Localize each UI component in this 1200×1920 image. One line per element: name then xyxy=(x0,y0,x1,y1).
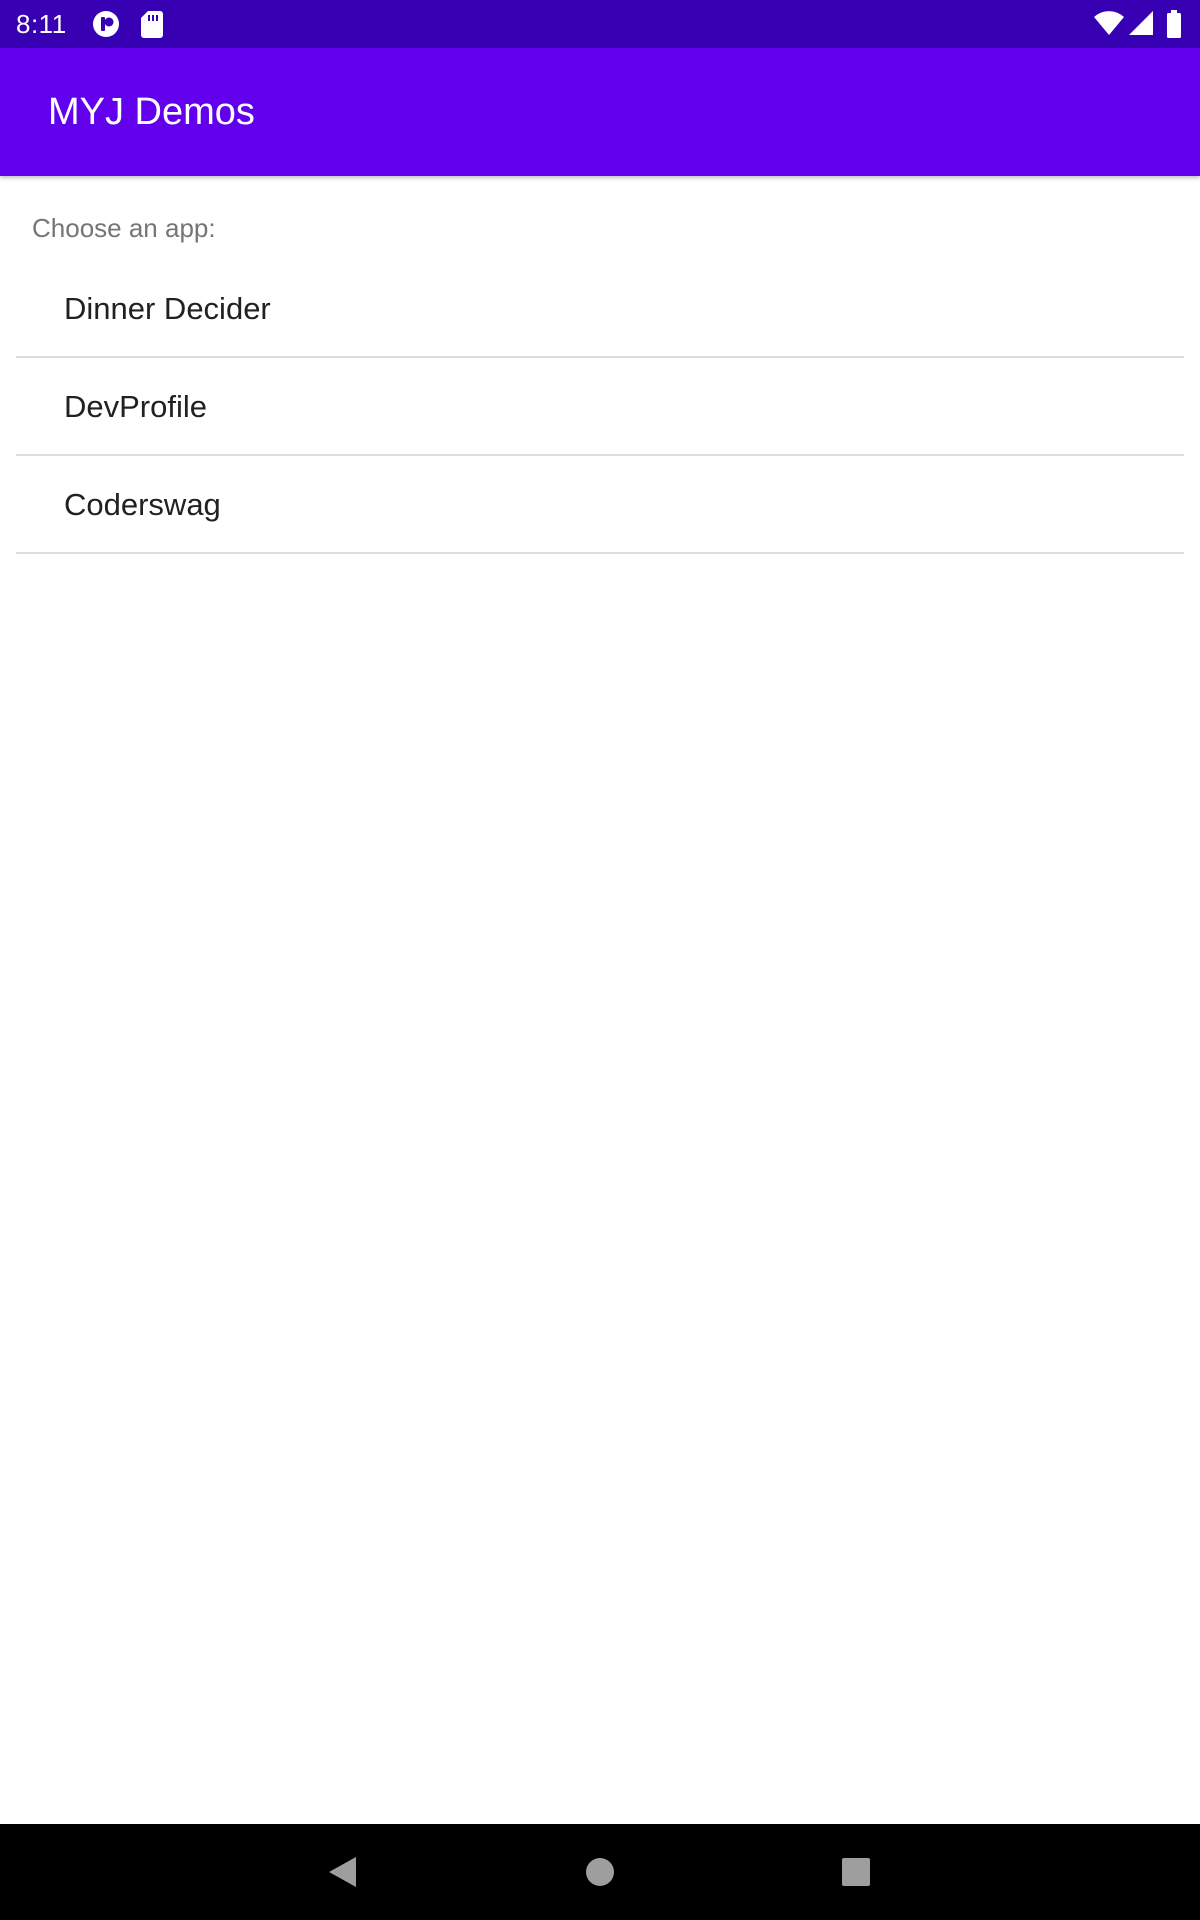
wifi-icon xyxy=(1094,11,1124,35)
list-item-devprofile[interactable]: DevProfile xyxy=(16,358,1184,456)
list-item-label: DevProfile xyxy=(64,389,207,424)
back-button[interactable] xyxy=(282,1824,402,1920)
app-title: MYJ Demos xyxy=(48,91,255,133)
back-icon xyxy=(329,1857,356,1887)
app-list: Dinner Decider DevProfile Coderswag xyxy=(16,260,1184,554)
home-icon xyxy=(586,1858,614,1886)
recents-icon xyxy=(842,1858,870,1886)
list-item-label: Dinner Decider xyxy=(64,291,271,326)
list-header: Choose an app: xyxy=(32,213,216,243)
recents-button[interactable] xyxy=(796,1824,916,1920)
home-button[interactable] xyxy=(540,1824,660,1920)
list-item-label: Coderswag xyxy=(64,487,221,522)
status-time: 8:11 xyxy=(16,9,67,39)
app-bar: MYJ Demos xyxy=(0,48,1200,176)
list-item-dinner-decider[interactable]: Dinner Decider xyxy=(16,260,1184,358)
sd-card-icon xyxy=(141,11,163,38)
navigation-bar xyxy=(0,1824,1200,1920)
status-bar: 8:11 xyxy=(0,0,1200,48)
list-item-coderswag[interactable]: Coderswag xyxy=(16,456,1184,554)
battery-icon xyxy=(1167,10,1181,38)
notification-app-icon xyxy=(93,11,119,37)
cell-signal-icon xyxy=(1129,11,1153,35)
